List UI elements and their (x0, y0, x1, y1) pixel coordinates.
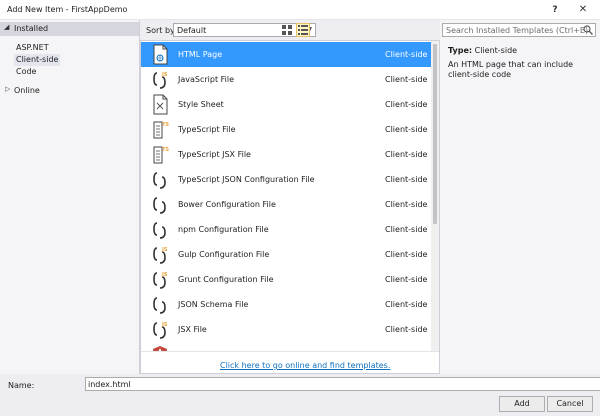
sort-dropdown[interactable]: Default ▼ (173, 23, 316, 37)
template-row[interactable]: JS JavaScript File Client-side (141, 67, 431, 92)
search-icon[interactable] (583, 25, 593, 37)
type-value: Client-side (474, 46, 518, 55)
tree-node-online[interactable]: ▷ Online (0, 84, 139, 98)
list-scrollbar[interactable] (431, 41, 439, 351)
template-category: Client-side (385, 300, 428, 309)
typescript-jsx-file-icon: TS (151, 144, 169, 165)
template-category: Client-side (385, 275, 428, 284)
tree-item-code[interactable]: Code (14, 66, 38, 78)
template-category: Client-side (385, 175, 428, 184)
svg-text:JS: JS (161, 72, 168, 78)
window-title: Add New Item - FirstAppDemo (7, 5, 128, 14)
json-config-icon (151, 294, 169, 315)
close-button[interactable]: ✕ (576, 3, 590, 17)
typescript-file-icon: TS (151, 119, 169, 140)
template-name: Gulp Configuration File (178, 250, 270, 259)
title-bar: Add New Item - FirstAppDemo ? ✕ (0, 0, 600, 20)
svg-text:TS: TS (162, 122, 169, 128)
tree-node-installed[interactable]: ◢ Installed (0, 22, 139, 36)
template-category: Client-side (385, 150, 428, 159)
cancel-button[interactable]: Cancel (547, 396, 593, 412)
tree-item-client-side[interactable]: Client-side (14, 54, 61, 66)
template-category: Client-side (385, 200, 428, 209)
template-name: JSX File (178, 325, 207, 334)
details-pane: Search Installed Templates (Ctrl+E) Type… (440, 20, 600, 374)
caret-down-icon[interactable]: ◢ (4, 23, 9, 31)
template-row[interactable]: TypeScript JSON Configuration File Client… (141, 167, 431, 192)
template-row[interactable]: Bower Configuration File Client-side (141, 192, 431, 217)
template-category: Client-side (385, 50, 428, 59)
template-row[interactable]: TS TypeScript JSX File Client-side (141, 142, 431, 167)
svg-text:JS: JS (161, 272, 168, 278)
help-button[interactable]: ? (548, 3, 562, 17)
template-name: TypeScript JSX File (178, 150, 251, 159)
name-input[interactable] (86, 378, 600, 390)
caret-right-icon[interactable]: ▷ (5, 85, 10, 93)
svg-text:JS: JS (161, 247, 168, 253)
template-row[interactable]: JS JSX File Client-side (141, 317, 431, 342)
template-name: Bower Configuration File (178, 200, 276, 209)
add-button[interactable]: Add (499, 396, 545, 412)
type-line: Type: Client-side (448, 46, 517, 55)
template-row[interactable]: Style Sheet Client-side (141, 92, 431, 117)
javascript-file-icon: JS (151, 319, 169, 340)
template-name: TypeScript File (178, 125, 236, 134)
grid-view-button[interactable] (280, 23, 294, 37)
bottom-bar: Name: Add Cancel (0, 374, 600, 416)
json-config-icon (151, 169, 169, 190)
template-row[interactable]: JS Grunt Configuration File Client-side (141, 267, 431, 292)
json-config-icon (151, 219, 169, 240)
template-category: Client-side (385, 325, 428, 334)
online-strip: Click here to go online and find templat… (141, 351, 439, 373)
template-category: Client-side (385, 75, 428, 84)
javascript-file-icon: JS (151, 269, 169, 290)
template-category: Client-side (385, 225, 428, 234)
template-description: An HTML page that can include client-sid… (448, 60, 574, 79)
search-placeholder: Search Installed Templates (Ctrl+E) (446, 26, 589, 35)
template-category: Client-side (385, 100, 428, 109)
type-label: Type: (448, 46, 473, 55)
template-name: TypeScript JSON Configuration File (178, 175, 315, 184)
name-label: Name: (8, 381, 35, 390)
sort-bar: Sort by: Default ▼ (140, 20, 440, 40)
scroll-thumb[interactable] (433, 44, 437, 224)
template-name: JavaScript File (178, 75, 235, 84)
list-view-icon (298, 25, 308, 35)
template-row[interactable]: npm Configuration File Client-side (141, 217, 431, 242)
template-row[interactable]: JS Gulp Configuration File Client-side (141, 242, 431, 267)
name-field[interactable] (85, 377, 600, 391)
online-templates-link[interactable]: Click here to go online and find templat… (220, 361, 390, 370)
javascript-file-icon: JS (151, 244, 169, 265)
template-name: JSON Schema File (178, 300, 249, 309)
template-category: Client-side (385, 125, 428, 134)
grid-view-icon (282, 25, 292, 35)
template-name: Grunt Configuration File (178, 275, 274, 284)
template-name: Style Sheet (178, 100, 224, 109)
javascript-file-icon: JS (151, 69, 169, 90)
svg-text:JS: JS (161, 322, 168, 328)
json-config-icon (151, 194, 169, 215)
search-input[interactable]: Search Installed Templates (Ctrl+E) (442, 23, 596, 37)
template-name: HTML Page (178, 50, 223, 59)
svg-text:TS: TS (162, 147, 169, 153)
template-tree: ◢ Installed ASP.NET Client-side Code ▷ O… (0, 20, 140, 374)
list-view-button[interactable] (296, 23, 310, 37)
template-category: Client-side (385, 250, 428, 259)
template-row[interactable]: HTML Page Client-side (141, 42, 431, 67)
html-page-icon (151, 44, 169, 65)
template-name: npm Configuration File (178, 225, 269, 234)
style-sheet-icon (151, 94, 169, 115)
tree-item-aspnet[interactable]: ASP.NET (14, 42, 51, 54)
template-list: HTML Page Client-side JS JavaScript File Cli… (140, 40, 440, 374)
template-row[interactable]: TS TypeScript File Client-side (141, 117, 431, 142)
template-row[interactable]: JSON Schema File Client-side (141, 292, 431, 317)
